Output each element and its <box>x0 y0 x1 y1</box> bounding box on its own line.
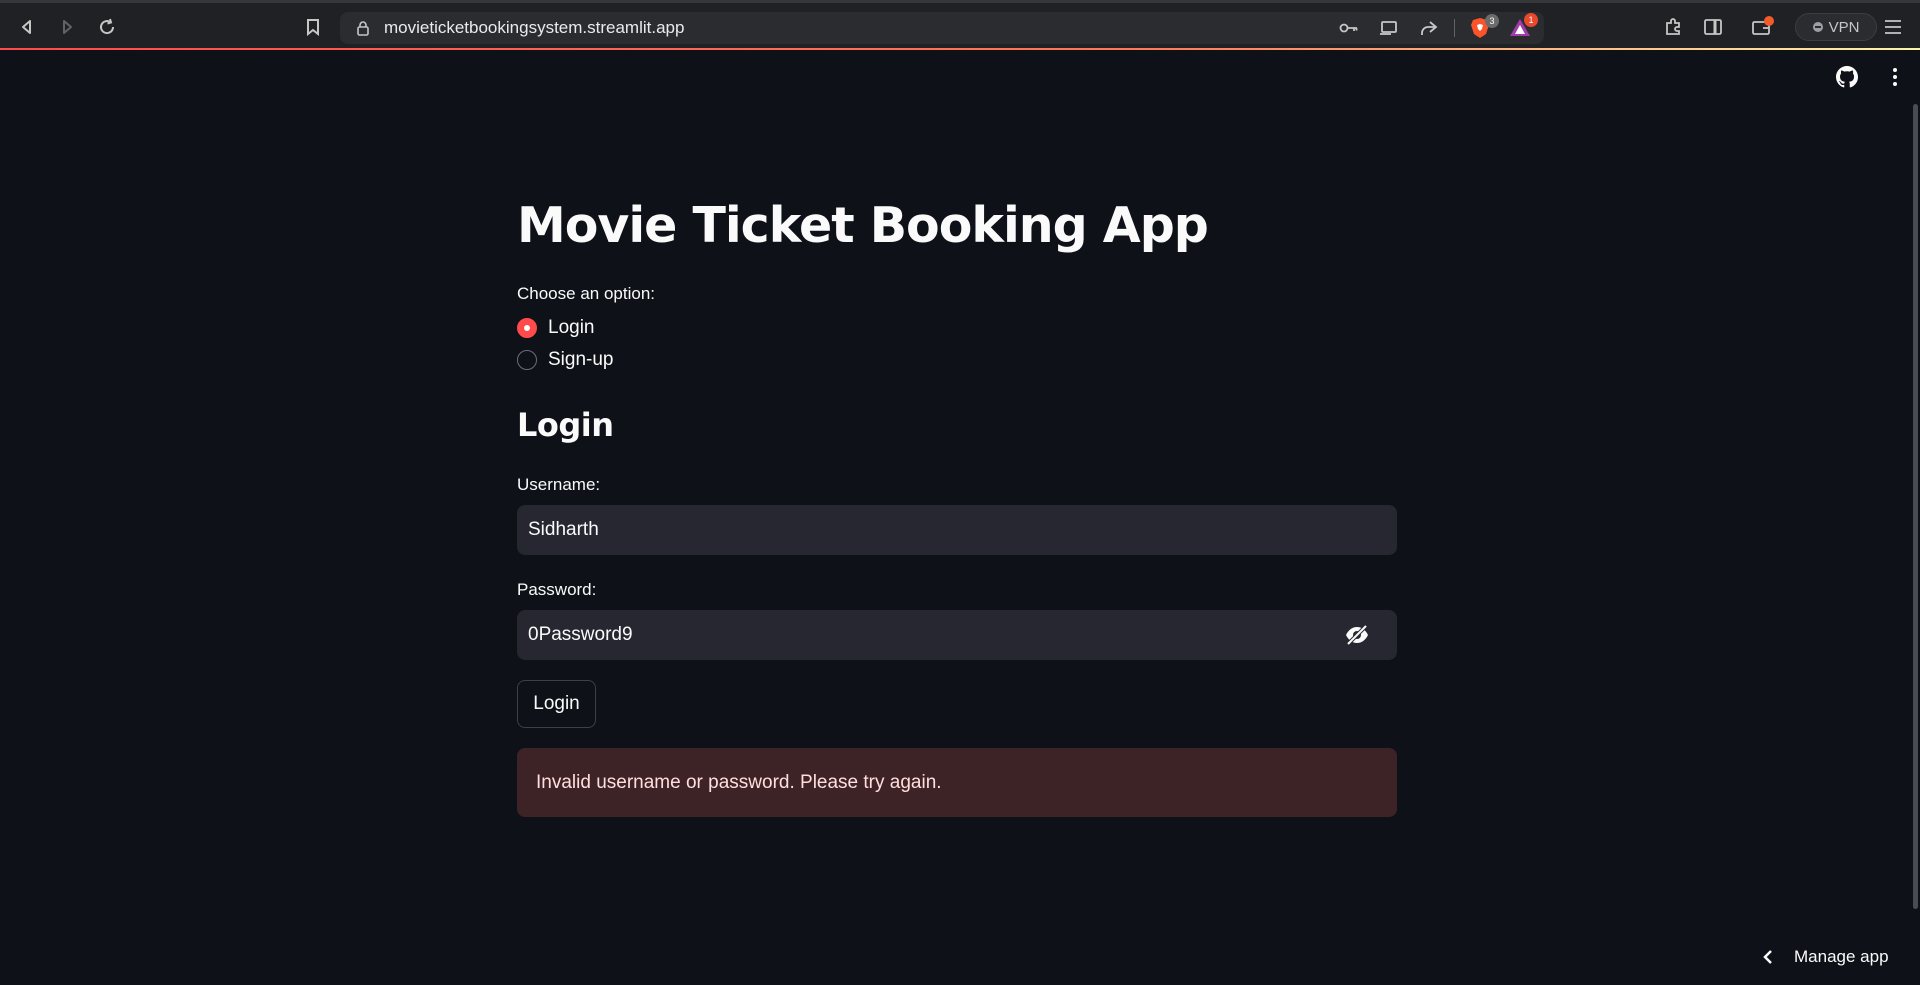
radio-selected-icon[interactable] <box>517 318 537 338</box>
vpn-label: VPN <box>1828 18 1860 36</box>
login-button[interactable]: Login <box>517 680 596 728</box>
bookmark-icon <box>307 19 319 36</box>
forward-button[interactable] <box>54 14 80 40</box>
radio-option-label: Login <box>548 317 595 338</box>
reload-icon <box>100 18 115 35</box>
address-separator <box>1454 19 1455 37</box>
option-radio-label: Choose an option: <box>517 284 655 303</box>
password-input[interactable] <box>517 610 1397 660</box>
username-input[interactable] <box>517 505 1397 555</box>
lock-icon <box>357 21 369 36</box>
vpn-button[interactable]: VPN <box>1795 13 1877 41</box>
sidebar-icon <box>1704 19 1722 35</box>
page-scrollbar[interactable] <box>1913 104 1918 909</box>
url-text[interactable]: movieticketbookingsystem.streamlit.app <box>384 18 684 38</box>
extensions-button[interactable] <box>1660 14 1686 40</box>
hamburger-menu-icon <box>1885 20 1901 34</box>
cast-icon <box>1380 21 1397 35</box>
share-icon <box>1421 21 1438 35</box>
eye-slash-icon <box>1346 624 1368 646</box>
radio-option-signup[interactable]: Sign-up <box>517 349 614 371</box>
browser-menu-button[interactable] <box>1880 14 1906 40</box>
address-bar[interactable]: movieticketbookingsystem.streamlit.app 3… <box>340 12 1544 44</box>
username-label: Username: <box>517 475 601 494</box>
manage-app-label: Manage app <box>1794 947 1889 966</box>
chevron-left-icon <box>1763 950 1772 964</box>
password-key-button[interactable] <box>1338 18 1360 38</box>
manage-app-button[interactable]: Manage app <box>1762 944 1889 970</box>
reload-button[interactable] <box>94 14 120 40</box>
rewards-count-badge: 1 <box>1524 13 1538 27</box>
page-load-indicator <box>0 48 1920 50</box>
vpn-status-icon <box>1812 22 1823 32</box>
cast-button[interactable] <box>1378 18 1400 38</box>
error-alert: Invalid username or password. Please try… <box>517 748 1397 817</box>
radio-option-login[interactable]: Login <box>517 317 595 339</box>
password-label: Password: <box>517 580 597 599</box>
main-content: Movie Ticket Booking App Choose an optio… <box>517 190 1397 817</box>
radio-unselected-icon[interactable] <box>517 350 537 370</box>
app-menu-kebab-icon[interactable] <box>1884 66 1906 88</box>
login-section-title: Login <box>517 406 614 444</box>
hide-password-button[interactable] <box>1341 619 1373 651</box>
sidebar-toggle-button[interactable] <box>1700 14 1726 40</box>
key-icon <box>1339 23 1358 33</box>
error-message: Invalid username or password. Please try… <box>536 771 942 793</box>
puzzle-icon <box>1666 18 1680 35</box>
back-arrow-icon <box>22 20 31 34</box>
back-button[interactable] <box>14 14 40 40</box>
shields-count-badge: 3 <box>1485 14 1499 28</box>
bookmark-button[interactable] <box>300 14 326 40</box>
forward-arrow-icon <box>63 20 72 34</box>
page-title: Movie Ticket Booking App <box>517 197 1209 254</box>
browser-toolbar: movieticketbookingsystem.streamlit.app 3… <box>0 0 1920 48</box>
github-icon[interactable] <box>1836 66 1858 88</box>
radio-option-label: Sign-up <box>548 349 614 370</box>
wallet-notification-dot <box>1764 16 1774 26</box>
share-button[interactable] <box>1418 18 1440 38</box>
